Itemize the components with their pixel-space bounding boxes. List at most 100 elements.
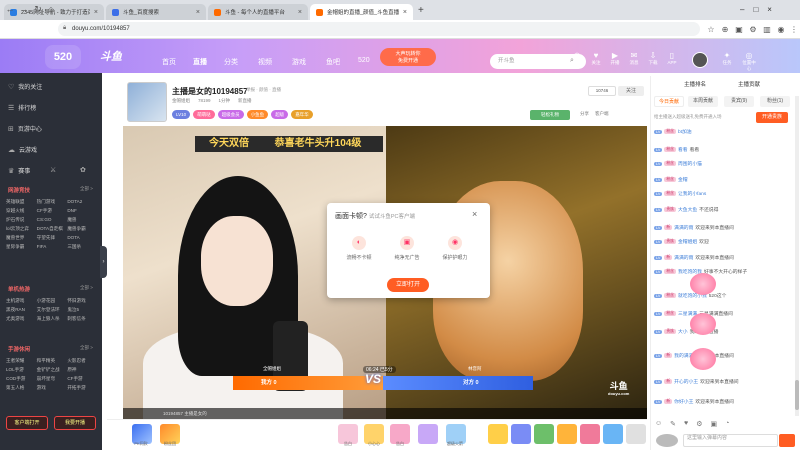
gift-item[interactable] [534, 424, 554, 444]
chat-username[interactable]: 让我的小fans [678, 190, 706, 197]
category-link[interactable]: 主机游戏 [6, 298, 37, 304]
category-link[interactable]: 守望先锋 [37, 235, 68, 241]
category-link[interactable]: 游戏 [37, 385, 68, 391]
client-button[interactable]: 客户端 [595, 111, 609, 117]
category-link[interactable]: 炉石传说 [6, 217, 37, 223]
sidebar-item-pk[interactable]: ⚔ [50, 166, 56, 174]
chat-scrollbar[interactable] [795, 96, 799, 416]
emoji-icon[interactable]: ☺ [655, 420, 662, 428]
event-badge[interactable]: 520 [45, 45, 81, 69]
category-link[interactable]: 鬼泣5 [67, 307, 98, 313]
profile-icon[interactable]: ◉ [776, 24, 786, 34]
open-client-button[interactable]: 立即打开 [387, 278, 429, 292]
tab-close-icon[interactable]: × [94, 9, 98, 16]
address-bar[interactable]: douyu.com/10194857 [58, 22, 700, 36]
more-link[interactable]: 全部 > [80, 285, 93, 291]
reload-icon[interactable]: ↻ [32, 3, 44, 15]
tab-fans[interactable]: 粉丝(1) [760, 96, 790, 107]
nav-video[interactable]: 视频 [258, 57, 272, 67]
category-link[interactable]: 尤奥游戏 [6, 316, 37, 322]
chat-username[interactable]: 看看 [678, 146, 688, 153]
follow-button[interactable]: 关注 [618, 86, 644, 96]
sidebar-item-webgames[interactable]: ⊞ 页游中心 [8, 124, 42, 134]
chat-username[interactable]: 大小 [678, 328, 688, 335]
chat-username[interactable]: 金帽姐姐 [678, 238, 697, 245]
category-link[interactable]: 第五人格 [6, 385, 37, 391]
nav-live[interactable]: 直播 [193, 57, 207, 67]
gift-item[interactable] [557, 424, 577, 444]
gift-item[interactable] [511, 424, 531, 444]
category-link[interactable]: 海上狼人杀 [37, 316, 68, 322]
anchor-avatar[interactable] [127, 82, 167, 122]
sidebar-item-follow[interactable]: ♡ 我的关注 [8, 82, 42, 92]
gift-item[interactable] [488, 424, 508, 444]
browser-tab[interactable]: 斗鱼_百度搜索 × [106, 4, 206, 20]
category-link[interactable]: FIFA [37, 244, 68, 250]
category-link[interactable]: lol云顶之弈 [6, 226, 37, 232]
category-link[interactable]: DOTA2 [67, 199, 98, 205]
sidebar-collapse-handle[interactable]: › [100, 246, 107, 278]
sidebar-item-events[interactable]: ♛ 赛事 [8, 166, 30, 176]
category-link[interactable]: 小游花园 [37, 298, 68, 304]
shortcut-badge[interactable]: 轻松礼物 [530, 110, 570, 120]
category-link[interactable]: CF手游 [67, 376, 98, 382]
category-link[interactable]: DNF [67, 208, 98, 214]
category-link[interactable]: 原神 [67, 367, 98, 373]
gift-item[interactable] [603, 424, 623, 444]
chat-username[interactable]: 你好小王 [674, 398, 693, 405]
download-icon[interactable]: ⇩ 下载 [646, 51, 660, 66]
category-link[interactable]: 英雄联盟 [6, 199, 37, 205]
category-link[interactable]: 崩坏星穹 [37, 376, 68, 382]
video-controls[interactable]: 10194857 主播是女的 [123, 408, 647, 419]
browser-tab[interactable]: 斗鱼 - 每个人的直播平台 × [208, 4, 308, 20]
history-icon[interactable]: ◷ 历史 [570, 51, 584, 66]
browser-tab-active[interactable]: 金帽姐的直播_颜值_斗鱼直播 × [310, 4, 413, 20]
site-logo[interactable]: 斗鱼 [100, 48, 138, 64]
category-link[interactable]: 怀旧游戏 [67, 298, 98, 304]
location-icon[interactable]: ◎ 位置中心 [742, 51, 756, 72]
follow-icon[interactable]: ♥ 关注 [589, 51, 603, 66]
live-icon[interactable]: ▶ 开播 [608, 51, 622, 66]
category-link[interactable]: 艾尔登法环 [37, 307, 68, 313]
category-link[interactable]: 热门游戏 [37, 199, 68, 205]
promo-button[interactable]: 大声玩转你 免费开通 [380, 48, 436, 66]
tab-anchor-contrib[interactable]: 主播贡献 [738, 80, 760, 88]
category-link[interactable]: 金铲铲之战 [37, 367, 68, 373]
color-icon[interactable]: ✎ [670, 420, 676, 428]
category-link[interactable]: 魔兽争霸 [67, 226, 98, 232]
sidebar-item-cloudgame[interactable]: ☁ 云游戏 [8, 145, 37, 155]
extension-icon[interactable]: ▣ [734, 24, 744, 34]
back-icon[interactable]: ← [4, 3, 16, 15]
window-controls[interactable]: –□× [740, 5, 781, 14]
category-link[interactable]: 开拓手游 [67, 385, 98, 391]
nav-games[interactable]: 游戏 [292, 57, 306, 67]
category-link[interactable]: DOTA自走棋 [37, 226, 68, 232]
more-link[interactable]: 全部 > [80, 345, 93, 351]
nav-home[interactable]: 首页 [162, 57, 176, 67]
tab-week[interactable]: 本周贡献 [688, 96, 718, 107]
gift-more[interactable] [626, 424, 646, 444]
menu-icon[interactable]: ⋮ [789, 24, 799, 34]
setting-icon[interactable]: ⚙ [696, 420, 702, 428]
category-link[interactable]: COD手游 [6, 376, 37, 382]
more-link[interactable]: 全部 > [80, 186, 93, 192]
user-avatar[interactable] [692, 52, 708, 68]
category-link[interactable]: 星际争霸 [6, 244, 37, 250]
chat-username[interactable]: 满满的雨 [674, 254, 693, 261]
badge-pill[interactable]: 小鱼鱼 [246, 110, 269, 119]
close-icon[interactable]: × [472, 209, 477, 219]
tab-close-icon[interactable]: × [403, 9, 407, 16]
bell-icon[interactable]: ◔ [725, 420, 729, 428]
forward-icon[interactable]: → [18, 3, 30, 15]
app-icon[interactable]: ▯ APP [665, 51, 679, 65]
nav-520[interactable]: 520 [358, 57, 370, 64]
sidebar-toggle-icon[interactable]: ▥ [762, 24, 772, 34]
tab-vip[interactable]: 贵宾(9) [724, 96, 754, 107]
new-tab-button[interactable]: + [418, 5, 424, 16]
start-live-button[interactable]: 我要开播 [54, 416, 96, 430]
category-link[interactable]: 穿越火线 [6, 208, 37, 214]
category-link[interactable]: 和平精英 [37, 358, 68, 364]
message-icon[interactable]: ✉ 消息 [627, 51, 641, 66]
sidebar-item-chat[interactable]: ✿ [80, 166, 86, 174]
category-link[interactable]: CF手游 [37, 208, 68, 214]
